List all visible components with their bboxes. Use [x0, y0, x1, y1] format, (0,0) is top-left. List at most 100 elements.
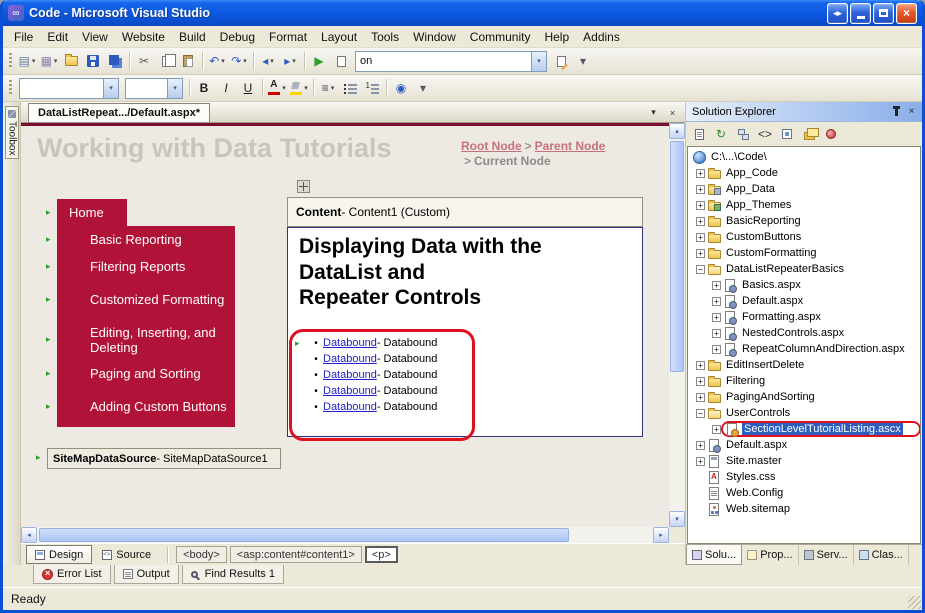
nest-related-files-button[interactable]	[733, 125, 753, 144]
toolbar-combo[interactable]: on▾	[355, 51, 547, 72]
scroll-right-button[interactable]: ▸	[653, 527, 669, 543]
close-document-button[interactable]: ×	[665, 105, 680, 120]
close-button[interactable]: ×	[896, 3, 917, 24]
scroll-left-button[interactable]: ◂	[21, 527, 37, 543]
expand-icon[interactable]: +	[696, 377, 705, 386]
tree-item[interactable]: +CustomFormatting	[688, 245, 920, 261]
expand-icon[interactable]: +	[696, 441, 705, 450]
tree-item[interactable]: +EditInsertDelete	[688, 357, 920, 373]
menu-help[interactable]: Help	[537, 27, 576, 47]
nav-item-basic-reporting[interactable]: ▸Basic Reporting	[57, 226, 235, 253]
expand-icon[interactable]: +	[712, 313, 721, 322]
databound-link[interactable]: Databound	[323, 369, 377, 381]
auto-hide-pin-button[interactable]	[889, 104, 904, 119]
solution-explorer-tab[interactable]: Solu...	[686, 545, 742, 565]
tree-item[interactable]: +SectionLevelTutorialListing.ascx	[688, 421, 920, 437]
tree-item[interactable]: +Default.aspx	[688, 437, 920, 453]
expand-icon[interactable]: +	[712, 329, 721, 338]
navigate-forward-button[interactable]: ▸▾	[279, 50, 301, 72]
cut-button[interactable]: ✂	[133, 50, 155, 72]
databound-link[interactable]: Databound	[323, 401, 377, 413]
scroll-up-button[interactable]: ▴	[669, 123, 685, 139]
collapse-icon[interactable]: −	[696, 265, 705, 274]
tree-item[interactable]: +BasicReporting	[688, 213, 920, 229]
toolbox-tab[interactable]: Toolbox	[5, 106, 19, 159]
horizontal-scroll-thumb[interactable]	[39, 528, 569, 542]
source-view-tab[interactable]: Source	[94, 545, 159, 564]
databound-link[interactable]: Databound	[323, 337, 377, 349]
expand-icon[interactable]: +	[696, 233, 705, 242]
find-results-tab[interactable]: Find Results 1	[182, 565, 284, 584]
menu-build[interactable]: Build	[172, 27, 213, 47]
designer-glyph-icon[interactable]: ▸	[46, 234, 51, 245]
designer-glyph-icon[interactable]: ▸	[46, 401, 51, 412]
toolbar-grip[interactable]	[9, 53, 12, 69]
menu-website[interactable]: Website	[115, 27, 172, 47]
toolbar-options-button[interactable]: ▾	[412, 77, 434, 99]
vertical-scroll-thumb[interactable]	[670, 141, 684, 372]
expand-icon[interactable]: +	[696, 361, 705, 370]
tree-item[interactable]: Web.sitemap	[688, 501, 920, 517]
copy-website-button[interactable]	[799, 125, 819, 144]
active-files-dropdown-button[interactable]: ▾	[646, 105, 661, 120]
designer-glyph-icon[interactable]: ▸	[295, 338, 300, 349]
menu-debug[interactable]: Debug	[213, 27, 262, 47]
redo-button[interactable]: ↷▾	[228, 50, 250, 72]
tree-item[interactable]: +Site.master	[688, 453, 920, 469]
toolbar-options-button[interactable]: ▾	[572, 50, 594, 72]
nav-item-paging-and-sorting[interactable]: ▸Paging and Sorting	[57, 360, 235, 387]
navigate-backward-button[interactable]: ◂▾	[257, 50, 279, 72]
tree-item[interactable]: Web.Config	[688, 485, 920, 501]
tree-item[interactable]: +App_Data	[688, 181, 920, 197]
italic-button[interactable]: I	[215, 77, 237, 99]
chevron-down-icon[interactable]: ▾	[103, 79, 118, 98]
breadcrumb-root-link[interactable]: Root Node	[461, 139, 522, 153]
save-button[interactable]	[82, 50, 104, 72]
style-application-button[interactable]	[550, 50, 572, 72]
error-list-tab[interactable]: Error List	[33, 565, 111, 584]
tree-item[interactable]: +Default.aspx	[688, 293, 920, 309]
tree-item[interactable]: +Filtering	[688, 373, 920, 389]
tree-item[interactable]: +Formatting.aspx	[688, 309, 920, 325]
refresh-button[interactable]: ↻	[711, 125, 731, 144]
properties-button[interactable]	[689, 125, 709, 144]
design-view-tab[interactable]: Design	[26, 545, 92, 564]
copy-button[interactable]	[155, 50, 177, 72]
menu-community[interactable]: Community	[463, 27, 538, 47]
nav-item-adding-custom-buttons[interactable]: ▸Adding Custom Buttons	[57, 387, 235, 427]
menu-addins[interactable]: Addins	[576, 27, 627, 47]
scroll-down-button[interactable]: ▾	[669, 511, 685, 527]
markup-page-button[interactable]	[330, 50, 352, 72]
expand-icon[interactable]: +	[696, 393, 705, 402]
tree-item[interactable]: +App_Code	[688, 165, 920, 181]
menu-window[interactable]: Window	[406, 27, 463, 47]
menu-view[interactable]: View	[75, 27, 115, 47]
menu-layout[interactable]: Layout	[314, 27, 364, 47]
databound-link[interactable]: Databound	[323, 353, 377, 365]
content-placeholder-header[interactable]: Content - Content1 (Custom)	[287, 197, 643, 227]
numbering-button[interactable]	[361, 77, 383, 99]
tag-body[interactable]: <body>	[176, 546, 227, 563]
undo-button[interactable]: ↶▾	[206, 50, 228, 72]
target-rule-combo[interactable]: ▾	[19, 78, 119, 99]
solution-explorer-titlebar[interactable]: Solution Explorer ×	[686, 102, 922, 122]
menu-edit[interactable]: Edit	[40, 27, 75, 47]
font-size-combo[interactable]: ▾	[125, 78, 183, 99]
sitemapdatasource-control[interactable]: SiteMapDataSource - SiteMapDataSource1	[47, 448, 281, 469]
expand-icon[interactable]: +	[696, 169, 705, 178]
window-dock-arrows-button[interactable]: ◂▸	[827, 3, 848, 24]
tree-item[interactable]: +App_Themes	[688, 197, 920, 213]
tree-item[interactable]: +RepeatColumnAndDirection.aspx	[688, 341, 920, 357]
start-debugging-button[interactable]: ▶	[308, 50, 330, 72]
expand-icon[interactable]: +	[696, 217, 705, 226]
save-all-button[interactable]	[104, 50, 126, 72]
output-tab[interactable]: Output	[114, 565, 179, 584]
tree-item[interactable]: −DataListRepeaterBasics	[688, 261, 920, 277]
menu-tools[interactable]: Tools	[364, 27, 406, 47]
tree-item[interactable]: +NestedControls.aspx	[688, 325, 920, 341]
tree-item[interactable]: +PagingAndSorting	[688, 389, 920, 405]
tag-p[interactable]: <p>	[365, 546, 398, 563]
maximize-button[interactable]	[873, 3, 894, 24]
chevron-down-icon[interactable]: ▾	[531, 52, 546, 71]
document-tab[interactable]: DataListRepeat.../Default.aspx*	[28, 103, 210, 122]
